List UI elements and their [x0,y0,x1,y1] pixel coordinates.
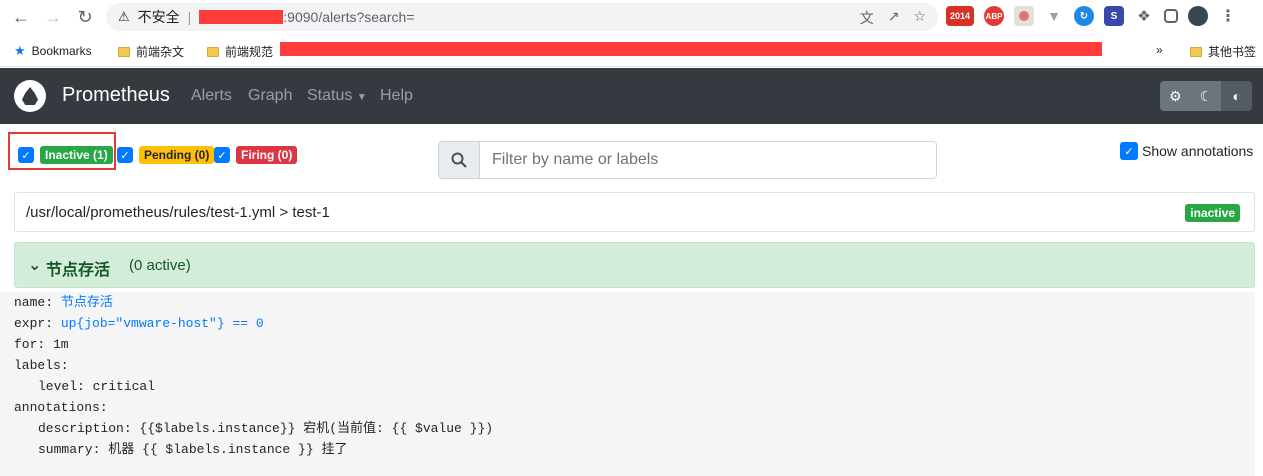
filter-pending[interactable]: ✓ Pending (0) [117,146,215,164]
rule-name-link[interactable]: 节点存活 [61,295,113,310]
bookmark-folder-2[interactable]: 前端规范 [207,43,273,60]
inactive-badge: Inactive (1) [40,146,113,164]
rule-level-line: level: critical [38,379,156,394]
checkbox-checked-icon[interactable]: ✓ [214,147,230,163]
folder-icon [118,46,130,57]
filter-inactive[interactable]: ✓ Inactive (1) [18,146,113,164]
filter-firing[interactable]: ✓ Firing (0) [214,146,298,164]
folder-icon [1190,46,1202,57]
share-icon[interactable]: ↗ [888,8,900,28]
show-annotations-label: Show annotations [1142,143,1254,159]
search-input[interactable] [480,142,936,178]
checkbox-checked-icon[interactable]: ✓ [1120,142,1138,160]
auto-theme-icon[interactable]: ◐ [1221,81,1252,111]
sync-extension-icon[interactable]: ↻ [1074,6,1094,26]
back-icon[interactable]: ← [10,6,32,28]
nav-alerts[interactable]: Alerts [191,87,232,105]
brand-name[interactable]: Prometheus [62,84,170,107]
search-group [438,141,937,179]
redacted-host [199,10,284,24]
rule-for-line: for: 1m [14,337,69,352]
rule-expr-link[interactable]: up{job="vmware-host"} == 0 [61,316,264,331]
firing-badge: Firing (0) [236,146,298,164]
bookmark-bookmarks[interactable]: ★ Bookmarks [14,43,92,59]
show-annotations-toggle[interactable]: ✓ Show annotations [1120,142,1253,160]
avatar[interactable] [1188,6,1208,26]
star-icon[interactable]: ☆ [913,8,926,28]
menu-icon[interactable]: ⋮ [1218,6,1238,26]
separator: | [187,9,192,25]
vue-devtools-icon[interactable]: ▼ [1044,6,1064,26]
rule-file-card: /usr/local/prometheus/rules/test-1.yml >… [14,192,1255,232]
search-icon [439,142,480,178]
rule-state-badge: inactive [1185,204,1240,222]
translate-icon[interactable]: 文 [860,8,874,28]
address-bar[interactable]: ⚠ 不安全 | :9090/alerts?search= 文 ↗ ☆ [106,3,938,31]
caret-down-icon: ▼ [356,92,367,103]
rule-summary-line: summary: 机器 {{ $labels.instance }} 挂了 [38,442,348,457]
rule-labels-line: labels: [14,358,69,373]
bookmarks-overflow[interactable]: » [1156,43,1163,57]
pending-badge: Pending (0) [139,146,215,164]
prometheus-logo-icon[interactable] [14,80,46,112]
redacted-bookmark [280,42,1102,56]
star-icon: ★ [14,43,26,58]
app-navbar: Prometheus Alerts Graph Status ▼ Help ⚙ … [0,68,1263,124]
insecure-label: 不安全 [137,9,180,25]
theme-toggle: ⚙ ☾ ◐ [1160,81,1252,111]
rule-definition: name: 节点存活 expr: up{job="vmware-host"} =… [0,292,1255,476]
forward-icon[interactable]: → [42,6,64,28]
rule-annotations-line: annotations: [14,400,108,415]
warning-icon: ⚠ [118,9,130,24]
rule-file-path: /usr/local/prometheus/rules/test-1.yml >… [26,204,330,221]
rule-expr-line: expr: up{job="vmware-host"} == 0 [14,316,264,331]
checkbox-checked-icon[interactable]: ✓ [18,147,34,163]
folder-icon [207,46,219,57]
alert-rule-header[interactable]: ⌄ 节点存活 (0 active) [14,242,1255,288]
nav-status[interactable]: Status ▼ [307,87,367,105]
puzzle-icon[interactable]: ❖ [1134,6,1154,26]
dark-theme-icon[interactable]: ☾ [1190,81,1222,111]
bookmark-other[interactable]: 其他书签 [1190,43,1256,60]
chevron-down-icon[interactable]: ⌄ [28,255,41,275]
nav-graph[interactable]: Graph [248,87,292,105]
translate-extension-icon[interactable]: S [1104,6,1124,26]
sidepanel-icon[interactable] [1164,9,1178,23]
rule-description-line: description: {{$labels.instance}} 宕机(当前值… [38,421,494,436]
nav-help[interactable]: Help [380,87,413,105]
alert-active-count: (0 active) [129,257,191,274]
checkbox-checked-icon[interactable]: ✓ [117,147,133,163]
adblock-icon[interactable]: ABP [984,6,1004,26]
rule-name-line: name: 节点存活 [14,295,113,310]
light-theme-icon[interactable]: ⚙ [1160,81,1191,111]
url-text: :9090/alerts?search= [283,9,415,25]
alert-name: 节点存活 [46,262,111,279]
browser-toolbar: ← → ↻ ⚠ 不安全 | :9090/alerts?search= 文 ↗ ☆… [0,0,1263,35]
mail-extension-icon[interactable]: 2014 [946,6,974,26]
record-extension-icon[interactable] [1014,6,1034,26]
bookmark-folder-1[interactable]: 前端杂文 [118,43,184,60]
reload-icon[interactable]: ↻ [74,6,96,28]
